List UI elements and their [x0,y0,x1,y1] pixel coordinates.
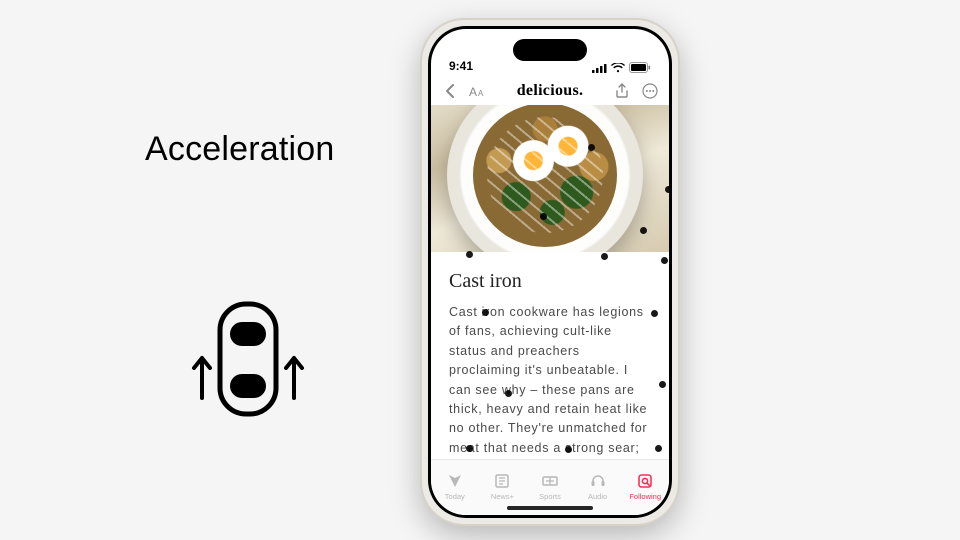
motion-cue-dot [659,381,666,388]
dynamic-island [513,39,587,61]
article-hero-image [431,105,669,252]
motion-cue-dot [588,144,595,151]
navbar: AA delicious. [431,77,669,105]
status-time: 9:41 [449,59,473,73]
motion-cue-dot [505,390,512,397]
tab-label: Following [629,492,661,501]
battery-icon [629,62,651,73]
tab-label: News+ [491,492,514,501]
tab-icon [493,472,511,490]
motion-cue-dot [640,227,647,234]
motion-cue-dot [482,309,489,316]
tab-icon [589,472,607,490]
phone-mockup: 9:41 AA delicious. [420,18,680,526]
tab-icon [541,472,559,490]
status-indicators [592,62,651,73]
wifi-icon [611,63,625,73]
motion-cue-dot [466,251,473,258]
motion-cue-dot [565,446,572,453]
motion-cue-dot [466,445,473,452]
tab-today[interactable]: Today [431,460,479,515]
svg-text:A: A [478,89,484,98]
stage: Acceleration 9:41 [0,0,960,540]
motion-cue-dot [601,253,608,260]
article-body: Cast iron cookware has legions of fans, … [449,303,651,459]
phone-screen: 9:41 AA delicious. [431,29,669,515]
tab-following[interactable]: Following [621,460,669,515]
tab-label: Sports [539,492,561,501]
text-size-button[interactable]: AA [469,82,487,100]
back-button[interactable] [441,82,459,100]
tab-icon [446,472,464,490]
car-acceleration-icon [178,300,318,420]
motion-cue-dot [651,310,658,317]
svg-text:A: A [469,85,477,98]
motion-cue-dot [661,257,668,264]
cellular-icon [592,63,607,73]
more-button[interactable] [641,82,659,100]
tab-icon [636,472,654,490]
motion-cue-dot [655,445,662,452]
article-content[interactable]: Cast iron Cast iron cookware has legions… [431,252,669,459]
motion-cue-dot [665,186,672,193]
article-heading: Cast iron [449,270,651,293]
caption-acceleration: Acceleration [145,130,335,169]
tab-label: Today [445,492,465,501]
tab-label: Audio [588,492,607,501]
share-button[interactable] [613,82,631,100]
motion-cue-dot [540,213,547,220]
home-indicator[interactable] [507,506,593,510]
